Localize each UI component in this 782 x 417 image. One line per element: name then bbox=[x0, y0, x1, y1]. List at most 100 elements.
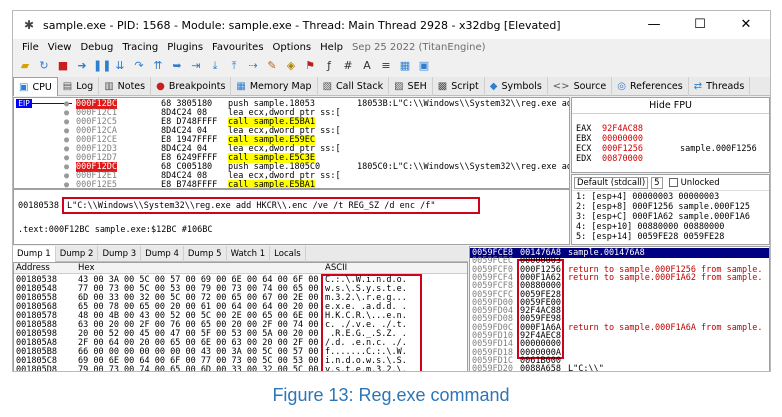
call-convention-pane: Default (stdcall) 5 Unlocked 1: [esp+4] … bbox=[571, 174, 770, 245]
register-value: 92F4AC88 bbox=[602, 124, 643, 134]
stack-value: 0088A658 bbox=[520, 364, 561, 372]
main-tabs: ▣ CPU ▤ Log ▥ Notes ● Breakpoints ▦ Memory Ma… bbox=[13, 77, 770, 96]
tab-dump-1[interactable]: Dump 1 bbox=[13, 246, 56, 262]
run-to-user-icon[interactable]: ➥ bbox=[169, 58, 185, 74]
tab-script[interactable]: ▩ Script bbox=[433, 77, 485, 96]
dump-address: 001805D8 bbox=[16, 365, 57, 372]
breakpoint-dot-icon[interactable]: ● bbox=[64, 180, 69, 188]
register-name: ECX bbox=[576, 144, 592, 154]
menu-options[interactable]: Options bbox=[273, 42, 312, 53]
disassembly-pane[interactable]: EIP 000F12BC 68 3805180 push sample.18053 1… bbox=[13, 97, 570, 189]
hash-icon[interactable]: # bbox=[340, 58, 356, 74]
step-over-icon[interactable]: ↷ bbox=[131, 58, 147, 74]
tab-seh[interactable]: ▨ SEH bbox=[389, 77, 433, 96]
menu-view[interactable]: View bbox=[48, 42, 72, 53]
hide-fpu-button[interactable]: Hide FPU bbox=[572, 98, 769, 114]
tab-cpu[interactable]: ▣ CPU bbox=[13, 77, 58, 96]
tab-dump-3[interactable]: Dump 3 bbox=[98, 246, 142, 262]
source-icon: <> bbox=[552, 81, 570, 92]
dump-hex: 79 00 73 00 74 00 65 00 6D 00 33 00 32 0… bbox=[78, 365, 319, 372]
close-button[interactable]: ✕ bbox=[723, 11, 769, 39]
tab-source[interactable]: <> Source bbox=[548, 77, 613, 96]
col-address: Address bbox=[16, 263, 50, 273]
stack-address: 0059FD20 bbox=[472, 364, 513, 372]
patch-icon[interactable]: ⇢ bbox=[245, 58, 261, 74]
stack-comment: L"C:\\" bbox=[568, 364, 604, 372]
restart-icon[interactable]: ↻ bbox=[36, 58, 52, 74]
tab-threads[interactable]: ⇄ Threads bbox=[689, 77, 751, 96]
convention-arg-row: 1: [esp+4] 00000003 00000003 bbox=[576, 192, 720, 202]
tab-dump-5[interactable]: Dump 5 bbox=[184, 246, 227, 262]
tab-dump-4[interactable]: Dump 4 bbox=[141, 246, 184, 262]
bug-icon: ✱ bbox=[23, 18, 35, 32]
tab-dump-2[interactable]: Dump 2 bbox=[56, 246, 99, 262]
maximize-button[interactable]: ☐ bbox=[677, 11, 723, 39]
tab-references[interactable]: ◎ References bbox=[612, 77, 689, 96]
open-icon[interactable]: ▰ bbox=[17, 58, 33, 74]
registers-pane: Hide FPU EAX 92F4AC88 EBX 00000000 ECX 000F12… bbox=[571, 97, 770, 173]
tab-locals[interactable]: Locals bbox=[270, 246, 306, 262]
cpu-icon: ▣ bbox=[19, 81, 29, 93]
tab-symbols[interactable]: ◆ Symbols bbox=[485, 77, 548, 96]
dump-ascii: y.s.t.e.m.3.2.\. bbox=[325, 365, 407, 372]
function-icon[interactable]: ƒ bbox=[321, 58, 337, 74]
disasm-row[interactable]: 000F12E5 E8 B748FFFF call sample.E5BA1 ● bbox=[14, 180, 569, 189]
minimize-button[interactable]: — bbox=[631, 11, 677, 39]
stack-row[interactable]: 0059FD20 0088A658 L"C:\\" bbox=[470, 364, 769, 372]
unlocked-checkbox[interactable] bbox=[668, 178, 678, 187]
dump-row[interactable]: 001805D8 79 00 73 00 74 00 65 00 6D 00 33… bbox=[14, 365, 467, 372]
register-row[interactable]: ECX 000F1256 sample.000F1256 bbox=[576, 144, 766, 154]
script-icon[interactable]: ⤒ bbox=[226, 58, 242, 74]
tab-call-stack[interactable]: ▧ Call Stack bbox=[318, 77, 390, 96]
dump-pane[interactable]: Address Hex ASCII 00180538 43 00 3A 00 5C… bbox=[13, 262, 468, 372]
step-out-icon[interactable]: ⇈ bbox=[150, 58, 166, 74]
register-value: 00000000 bbox=[602, 134, 643, 144]
notes-icon: ▥ bbox=[104, 81, 114, 92]
menu-tracing[interactable]: Tracing bbox=[122, 42, 158, 53]
tab-watch-1[interactable]: Watch 1 bbox=[227, 246, 271, 262]
info-ref-addr: 00180538 bbox=[18, 201, 59, 211]
animate-icon[interactable]: ⇥ bbox=[188, 58, 204, 74]
register-comment: sample.000F1256 bbox=[680, 144, 757, 154]
menu-favourites[interactable]: Favourites bbox=[212, 42, 264, 53]
register-row[interactable]: EAX 92F4AC88 bbox=[576, 124, 766, 134]
tab-notes[interactable]: ▥ Notes bbox=[99, 77, 152, 96]
font-icon[interactable]: A bbox=[359, 58, 375, 74]
comment-icon[interactable]: ✎ bbox=[264, 58, 280, 74]
close-icon[interactable]: ■ bbox=[55, 58, 71, 74]
string-icon[interactable]: ≡ bbox=[378, 58, 394, 74]
tab-breakpoints[interactable]: ● Breakpoints bbox=[151, 77, 232, 96]
convention-arg-row: 5: [esp+14] 0059FE28 0059FE28 bbox=[576, 232, 725, 242]
menu-help[interactable]: Help bbox=[320, 42, 343, 53]
label-icon[interactable]: ◈ bbox=[283, 58, 299, 74]
call-stack-icon: ▧ bbox=[322, 81, 333, 92]
menu-file[interactable]: File bbox=[22, 42, 39, 53]
menu-debug[interactable]: Debug bbox=[80, 42, 113, 53]
convention-arg-row: 2: [esp+8] 000F1256 sample.000F125 bbox=[576, 202, 750, 212]
seh-icon: ▨ bbox=[394, 81, 404, 92]
threads-icon: ⇄ bbox=[693, 81, 703, 92]
info-ref-string: L"C:\\Windows\\System32\\reg.exe add HKC… bbox=[67, 201, 436, 211]
register-row[interactable]: EBX 00000000 bbox=[576, 134, 766, 144]
trace-icon[interactable]: ⤓ bbox=[207, 58, 223, 74]
tab-log[interactable]: ▤ Log bbox=[58, 77, 100, 96]
step-into-icon[interactable]: ⇊ bbox=[112, 58, 128, 74]
pause-icon[interactable]: ❚❚ bbox=[93, 58, 111, 74]
register-row[interactable]: EDX 00870000 bbox=[576, 154, 766, 164]
log-icon[interactable]: ▣ bbox=[416, 58, 432, 74]
menu-plugins[interactable]: Plugins bbox=[167, 42, 203, 53]
x32dbg-window: ✱ sample.exe - PID: 1568 - Module: sampl… bbox=[12, 10, 771, 372]
disasm-instruction: call sample.E5BA1 bbox=[228, 180, 315, 189]
calculator-icon[interactable]: ▦ bbox=[397, 58, 413, 74]
log-tab-icon: ▤ bbox=[62, 81, 73, 92]
arg-count-spinner[interactable]: 5 bbox=[651, 176, 663, 189]
tab-memory-map[interactable]: ▦ Memory Map bbox=[231, 77, 318, 96]
unlocked-label: Unlocked bbox=[680, 177, 720, 188]
stack-pane[interactable]: 0059FCE8 001476A8 sample.001476A8 0059FCEC 0… bbox=[469, 246, 770, 372]
info-text-line: .text:000F12BC sample.exe:$12BC #106BC bbox=[18, 225, 213, 235]
bookmark-icon[interactable]: ⚑ bbox=[302, 58, 318, 74]
build-date: Sep 25 2022 (TitanEngine) bbox=[351, 42, 486, 53]
convention-select[interactable]: Default (stdcall) bbox=[574, 176, 649, 189]
symbols-icon: ◆ bbox=[489, 81, 498, 92]
run-icon[interactable]: ➜ bbox=[74, 58, 90, 74]
